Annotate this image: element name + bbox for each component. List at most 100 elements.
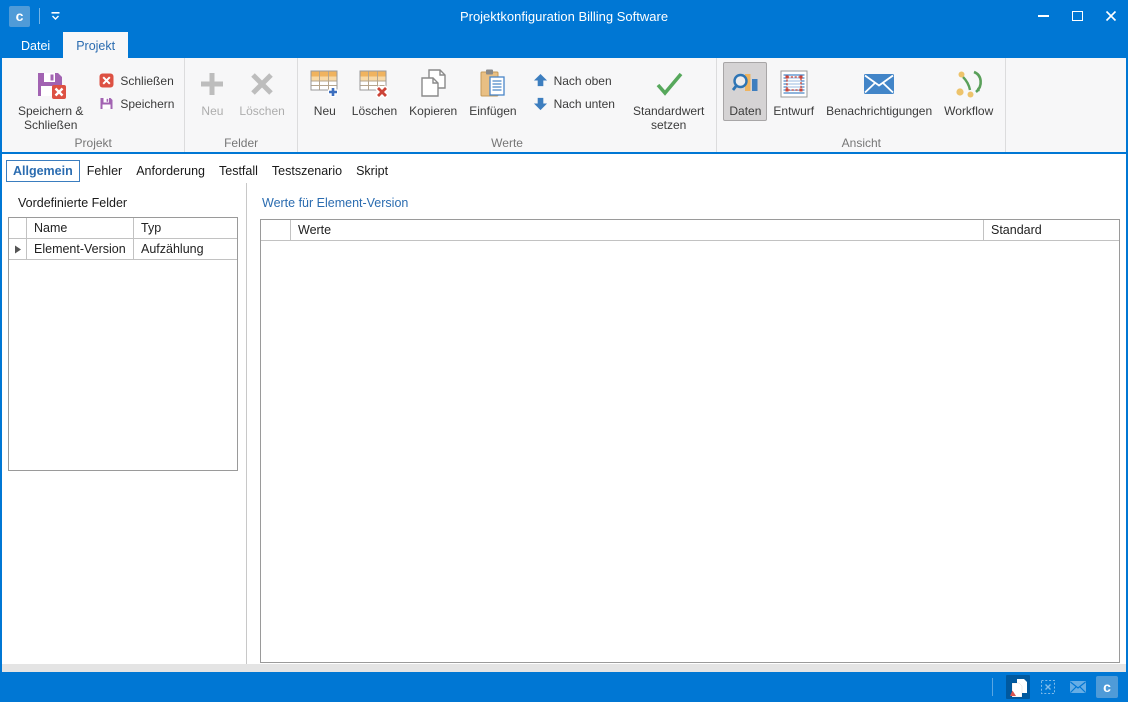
- workflow-button[interactable]: Workflow: [938, 62, 999, 121]
- quick-access-customize-icon[interactable]: [49, 10, 62, 23]
- plus-icon: [197, 66, 227, 102]
- close-red-icon: [99, 73, 114, 88]
- daten-button[interactable]: Daten: [723, 62, 767, 121]
- entwurf-button[interactable]: Entwurf: [767, 62, 820, 121]
- speichern-button[interactable]: Speichern: [95, 94, 178, 113]
- felder-loeschen-label: Löschen: [239, 104, 284, 118]
- speichern-und-schliessen-label: Speichern & Schließen: [18, 104, 83, 133]
- design-view-icon: [780, 66, 808, 102]
- row-indicator-header-cell: [261, 220, 291, 240]
- werte-loeschen-label: Löschen: [352, 104, 397, 118]
- benachrichtigungen-label: Benachrichtigungen: [826, 104, 932, 118]
- maximize-icon: [1072, 11, 1083, 21]
- app-logo-icon[interactable]: c: [9, 6, 30, 27]
- field-name-cell: Element-Version: [27, 239, 134, 259]
- werte-table: Werte Standard: [260, 219, 1120, 663]
- tab-anforderung[interactable]: Anforderung: [129, 160, 212, 182]
- ribbon-tab-projekt[interactable]: Projekt: [63, 32, 128, 58]
- ribbon-group-werte: Neu Löschen: [298, 58, 718, 152]
- x-icon: [247, 66, 277, 102]
- minimize-button[interactable]: [1026, 0, 1060, 32]
- group-label-ansicht: Ansicht: [717, 136, 1005, 150]
- envelope-dim-icon: [1069, 680, 1087, 694]
- row-indicator-header-cell: [9, 218, 27, 238]
- benachrichtigungen-button[interactable]: Benachrichtigungen: [820, 62, 938, 121]
- speichern-label: Speichern: [120, 97, 174, 111]
- statusbar-benachrichtigungen-button[interactable]: [1066, 675, 1090, 699]
- tab-allgemein[interactable]: Allgemein: [6, 160, 80, 182]
- schliessen-button[interactable]: Schließen: [95, 71, 178, 90]
- tab-testszenario[interactable]: Testszenario: [265, 160, 349, 182]
- table-row[interactable]: Element-Version Aufzählung: [9, 239, 237, 260]
- column-header-werte[interactable]: Werte: [291, 220, 984, 240]
- predefined-fields-table: Name Typ Element-Version Aufzählung: [8, 217, 238, 471]
- standardwert-setzen-button[interactable]: Standardwert setzen: [627, 62, 710, 136]
- ribbon: Speichern & Schließen Schließen: [2, 58, 1126, 154]
- close-button[interactable]: [1094, 0, 1128, 32]
- felder-neu-label: Neu: [201, 104, 223, 118]
- einfuegen-label: Einfügen: [469, 104, 516, 118]
- arrow-down-icon: [533, 96, 548, 111]
- speichern-und-schliessen-button[interactable]: Speichern & Schließen: [12, 62, 89, 136]
- tab-testfall[interactable]: Testfall: [212, 160, 265, 182]
- column-header-standard[interactable]: Standard: [984, 220, 1119, 240]
- view-tab-strip: Allgemein Fehler Anforderung Testfall Te…: [6, 160, 395, 182]
- statusbar-daten-view-button[interactable]: [1006, 675, 1030, 699]
- paste-icon: [479, 66, 507, 102]
- tab-skript[interactable]: Skript: [349, 160, 395, 182]
- checkmark-icon: [653, 66, 685, 102]
- column-header-name[interactable]: Name: [27, 218, 134, 238]
- ribbon-group-felder: Neu Löschen Felder: [185, 58, 297, 152]
- nach-oben-button[interactable]: Nach oben: [529, 71, 619, 90]
- felder-loeschen-button[interactable]: Löschen: [233, 62, 290, 121]
- standardwert-setzen-label: Standardwert setzen: [633, 104, 704, 133]
- ribbon-group-projekt: Speichern & Schließen Schließen: [2, 58, 185, 152]
- table-header-row: Werte Standard: [261, 220, 1119, 241]
- minimize-icon: [1038, 15, 1049, 17]
- table-header-row: Name Typ: [9, 218, 237, 239]
- save-icon: [99, 96, 114, 111]
- window-border-left: [0, 32, 2, 702]
- workflow-label: Workflow: [944, 104, 993, 118]
- app-window: c Projektkonfiguration Billing Software …: [0, 0, 1128, 702]
- copy-icon: [418, 66, 448, 102]
- titlebar: c Projektkonfiguration Billing Software: [0, 0, 1128, 32]
- maximize-button[interactable]: [1060, 0, 1094, 32]
- group-label-projekt: Projekt: [2, 136, 184, 150]
- field-typ-cell: Aufzählung: [134, 239, 237, 259]
- left-panel-title: Vordefinierte Felder: [18, 196, 127, 210]
- window-title: Projektkonfiguration Billing Software: [0, 9, 1128, 24]
- einfuegen-button[interactable]: Einfügen: [463, 62, 522, 121]
- statusbar-app-logo-icon[interactable]: c: [1096, 676, 1118, 698]
- group-label-werte: Werte: [298, 136, 717, 150]
- pages-icon: [1008, 677, 1028, 697]
- felder-neu-button[interactable]: Neu: [191, 62, 233, 121]
- panel-splitter[interactable]: [246, 183, 247, 664]
- werte-loeschen-button[interactable]: Löschen: [346, 62, 403, 121]
- table-delete-icon: [359, 66, 389, 102]
- data-view-icon: [731, 66, 759, 102]
- kopieren-label: Kopieren: [409, 104, 457, 118]
- titlebar-separator: [39, 8, 40, 24]
- daten-label: Daten: [729, 104, 761, 118]
- row-indicator-cell: [9, 239, 27, 259]
- statusbar-entwurf-view-button[interactable]: [1036, 675, 1060, 699]
- close-icon: [1105, 10, 1117, 22]
- werte-neu-button[interactable]: Neu: [304, 62, 346, 121]
- save-close-icon: [34, 66, 67, 102]
- workflow-icon: [954, 66, 984, 102]
- tab-fehler[interactable]: Fehler: [80, 160, 129, 182]
- selection-box-icon: [1039, 678, 1057, 696]
- entwurf-label: Entwurf: [773, 104, 814, 118]
- right-panel-title: Werte für Element-Version: [262, 196, 408, 210]
- nach-unten-button[interactable]: Nach unten: [529, 94, 619, 113]
- schliessen-label: Schließen: [120, 74, 173, 88]
- ribbon-tab-strip: Datei Projekt: [0, 32, 1128, 58]
- arrow-up-icon: [533, 73, 548, 88]
- kopieren-button[interactable]: Kopieren: [403, 62, 463, 121]
- statusbar: c: [0, 672, 1128, 702]
- column-header-typ[interactable]: Typ: [134, 218, 237, 238]
- ribbon-tab-datei[interactable]: Datei: [8, 32, 63, 58]
- ribbon-group-ansicht: Daten Entwurf: [717, 58, 1006, 152]
- table-add-icon: [310, 66, 340, 102]
